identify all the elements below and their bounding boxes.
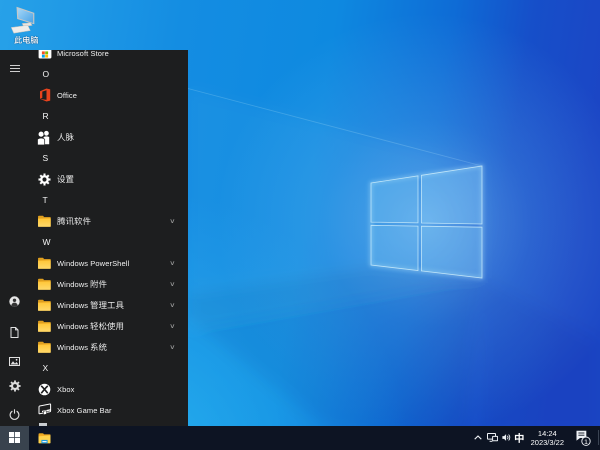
svg-text:1: 1: [584, 439, 588, 446]
